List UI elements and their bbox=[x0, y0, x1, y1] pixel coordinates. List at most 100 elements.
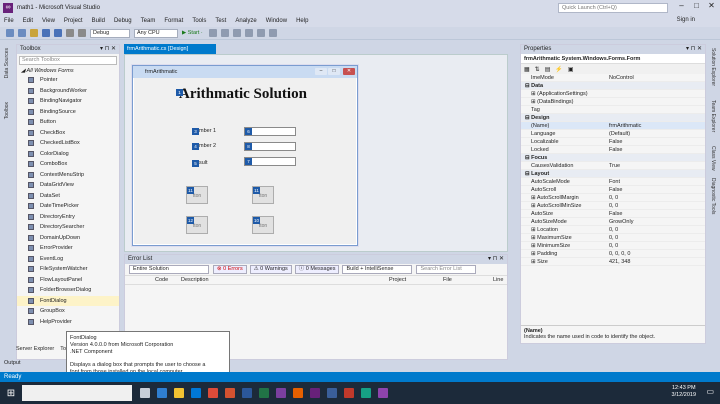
toolbox-item-directoryentry[interactable]: DirectoryEntry bbox=[17, 212, 119, 223]
property-row[interactable]: CausesValidation True bbox=[521, 162, 705, 170]
events-icon[interactable]: ⚡ bbox=[555, 66, 562, 73]
menu-item-view[interactable]: View bbox=[42, 18, 55, 24]
store-icon[interactable] bbox=[191, 388, 201, 398]
taskbar-app-icon[interactable] bbox=[344, 388, 354, 398]
toolbox-item-domainupdown[interactable]: DomainUpDown bbox=[17, 233, 119, 244]
toolbox-item-helpprovider[interactable]: HelpProvider bbox=[17, 317, 119, 328]
menu-item-help[interactable]: Help bbox=[296, 18, 308, 24]
property-row[interactable]: ⊞ MinimumSize 0, 0 bbox=[521, 242, 705, 250]
property-category[interactable]: ⊟ Design bbox=[521, 114, 705, 122]
menu-item-format[interactable]: Format bbox=[164, 18, 183, 24]
menu-item-edit[interactable]: Edit bbox=[23, 18, 33, 24]
windows-start-icon[interactable]: ⊞ bbox=[0, 382, 22, 404]
open-icon[interactable] bbox=[30, 29, 38, 37]
tab-form-designer[interactable]: frmArithmatic.cs [Design] bbox=[124, 44, 216, 54]
property-row[interactable]: Locked False bbox=[521, 146, 705, 154]
column-line[interactable]: Line bbox=[493, 276, 507, 284]
property-category[interactable]: ⊟ Data bbox=[521, 82, 705, 90]
output-tab[interactable]: Output bbox=[4, 360, 21, 366]
powerpoint-icon[interactable] bbox=[225, 388, 235, 398]
platform-select[interactable]: Any CPU bbox=[134, 28, 178, 38]
menu-item-tools[interactable]: Tools bbox=[192, 18, 206, 24]
column-file[interactable]: File bbox=[443, 276, 493, 284]
quick-launch-input[interactable]: Quick Launch (Ctrl+Q) bbox=[558, 3, 668, 13]
toolbox-item-button[interactable]: Button bbox=[17, 117, 119, 128]
toolbox-item-backgroundworker[interactable]: BackgroundWorker bbox=[17, 86, 119, 97]
toolbox-side-tab[interactable]: Toolbox bbox=[4, 102, 10, 119]
textbox-result[interactable]: 7 bbox=[244, 157, 296, 166]
toolbox-item-filesystemwatcher[interactable]: FileSystemWatcher bbox=[17, 264, 119, 275]
property-row[interactable]: ⊞ Size 421, 348 bbox=[521, 258, 705, 266]
property-category[interactable]: ⊟ Layout bbox=[521, 170, 705, 178]
menu-item-analyze[interactable]: Analyze bbox=[235, 18, 256, 24]
toolbox-item-checkbox[interactable]: CheckBox bbox=[17, 128, 119, 139]
toolbox-item-contextmenustrip[interactable]: ContextMenuStrip bbox=[17, 170, 119, 181]
property-row[interactable]: AutoSizeMode GrowOnly bbox=[521, 218, 705, 226]
task-view-icon[interactable] bbox=[140, 388, 150, 398]
firefox-icon[interactable] bbox=[293, 388, 303, 398]
toolbox-item-flowlayoutpanel[interactable]: FlowLayoutPanel bbox=[17, 275, 119, 286]
toolbox-item-bindingsource[interactable]: BindingSource bbox=[17, 107, 119, 118]
menu-item-project[interactable]: Project bbox=[64, 18, 83, 24]
close-icon[interactable]: ✕ bbox=[704, 1, 719, 10]
property-row[interactable]: ⊞ (DataBindings) bbox=[521, 98, 705, 106]
toolbar-tool-icon[interactable] bbox=[232, 29, 241, 37]
alphabetical-icon[interactable]: ⇅ bbox=[535, 66, 540, 73]
taskbar-app-icon[interactable] bbox=[327, 388, 337, 398]
toolbox-item-datagridview[interactable]: DataGridView bbox=[17, 180, 119, 191]
property-row[interactable]: ⊞ MaximumSize 0, 0 bbox=[521, 234, 705, 242]
property-row[interactable]: Tag bbox=[521, 106, 705, 114]
form-heading-label[interactable]: Arithmatic Solution bbox=[179, 86, 307, 103]
form-window[interactable]: frmArithmatic – □ ✕ Arithmatic Solution … bbox=[132, 65, 358, 246]
redo-icon[interactable] bbox=[78, 29, 86, 37]
property-row[interactable]: AutoScaleMode Font bbox=[521, 178, 705, 186]
menu-item-window[interactable]: Window bbox=[266, 18, 287, 24]
property-row[interactable]: ⊞ (ApplicationSettings) bbox=[521, 90, 705, 98]
build-filter-select[interactable]: Build + IntelliSense bbox=[342, 265, 413, 274]
property-row[interactable]: AutoScroll False bbox=[521, 186, 705, 194]
toolbox-item-checkedlistbox[interactable]: CheckedListBox bbox=[17, 138, 119, 149]
errors-filter-button[interactable]: ⊗ 0 Errors bbox=[213, 265, 247, 274]
property-row[interactable]: ⊞ Location 0, 0 bbox=[521, 226, 705, 234]
properties-icon[interactable]: ▤ bbox=[545, 66, 551, 73]
subtract-button[interactable]: 11 tton bbox=[252, 186, 274, 204]
data-sources-tab[interactable]: Data Sources bbox=[4, 48, 10, 78]
categorized-icon[interactable]: ▦ bbox=[524, 66, 530, 73]
team-explorer-tab[interactable]: Team Explorer bbox=[710, 100, 716, 132]
property-category[interactable]: ⊟ Focus bbox=[521, 154, 705, 162]
onenote-icon[interactable] bbox=[276, 388, 286, 398]
minimize-icon[interactable]: – bbox=[674, 1, 689, 10]
pin-icon[interactable]: ▾ ⊓ ✕ bbox=[686, 45, 702, 54]
menu-item-debug[interactable]: Debug bbox=[114, 18, 132, 24]
visual-studio-taskbar-icon[interactable] bbox=[310, 388, 320, 398]
column-description[interactable]: Description bbox=[163, 276, 389, 284]
toolbox-item-pointer[interactable]: Pointer bbox=[17, 75, 119, 86]
word-icon[interactable] bbox=[242, 388, 252, 398]
class-view-tab[interactable]: Class View bbox=[710, 146, 716, 171]
column-project[interactable]: Project bbox=[389, 276, 443, 284]
taskbar-search-box[interactable] bbox=[22, 385, 132, 401]
start-button[interactable]: ▶ Start · bbox=[182, 30, 203, 36]
property-row[interactable]: ImeMode NoControl bbox=[521, 74, 705, 82]
excel-icon[interactable] bbox=[259, 388, 269, 398]
messages-filter-button[interactable]: ⓘ 0 Messages bbox=[294, 265, 340, 274]
warnings-filter-button[interactable]: ⚠ 0 Warnings bbox=[249, 265, 292, 274]
file-explorer-icon[interactable] bbox=[174, 388, 184, 398]
diagnostic-tools-tab[interactable]: Diagnostic Tools bbox=[710, 178, 716, 214]
label-number-2[interactable]: 4 mber 2 bbox=[192, 143, 216, 150]
chrome-icon[interactable] bbox=[208, 388, 218, 398]
taskbar-app-icon[interactable] bbox=[361, 388, 371, 398]
save-icon[interactable] bbox=[42, 29, 50, 37]
forward-icon[interactable] bbox=[18, 29, 26, 37]
label-result[interactable]: 5 sult bbox=[192, 160, 208, 167]
toolbox-item-errorprovider[interactable]: ErrorProvider bbox=[17, 243, 119, 254]
menu-item-file[interactable]: File bbox=[4, 18, 14, 24]
column-code[interactable]: Code bbox=[139, 276, 168, 284]
toolbox-item-eventlog[interactable]: EventLog bbox=[17, 254, 119, 265]
pin-icon[interactable]: ▾ ⊓ ✕ bbox=[488, 255, 504, 264]
toolbar-tool-icon[interactable] bbox=[244, 29, 253, 37]
toolbox-group-header[interactable]: ◢ All Windows Forms bbox=[17, 67, 119, 75]
error-search-input[interactable]: Search Error List bbox=[416, 265, 477, 274]
toolbar-tool-icon[interactable] bbox=[256, 29, 265, 37]
toolbox-item-bindingnavigator[interactable]: BindingNavigator bbox=[17, 96, 119, 107]
